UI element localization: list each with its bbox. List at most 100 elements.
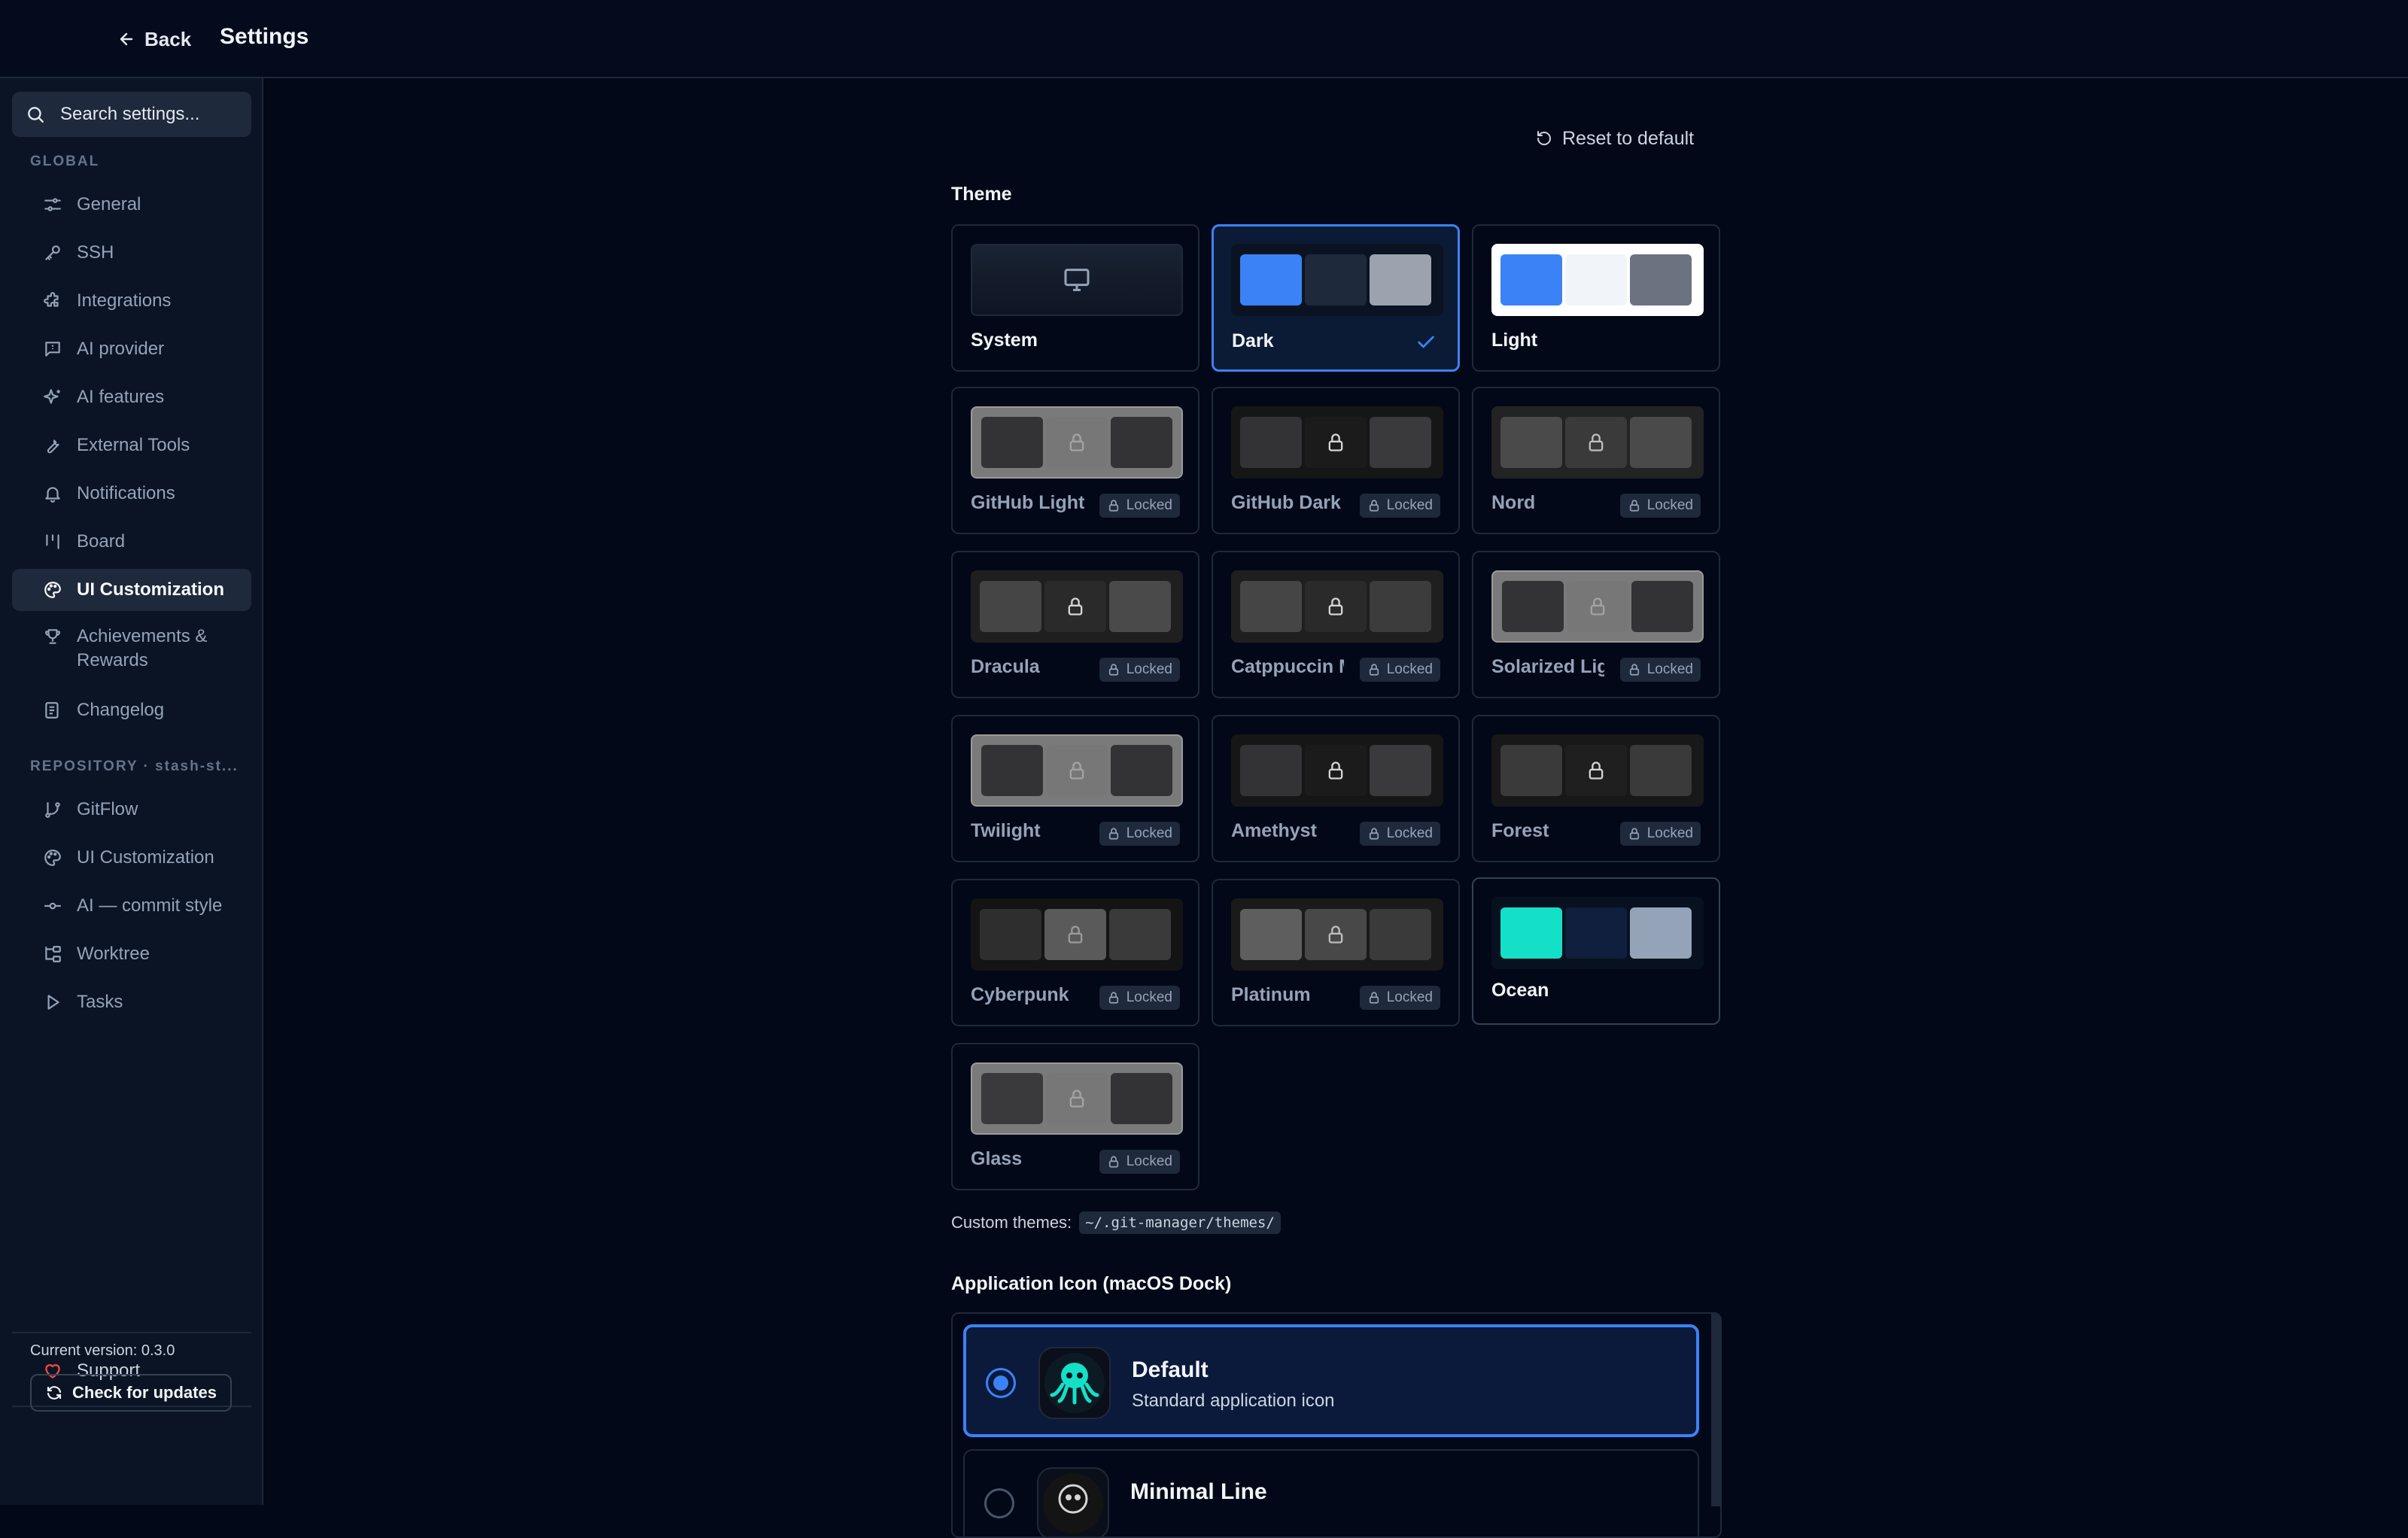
lock-icon	[1066, 432, 1087, 453]
theme-card-glass[interactable]: Glass Locked	[951, 1043, 1199, 1190]
swatch	[1370, 581, 1431, 632]
theme-name: Forest	[1491, 820, 1549, 841]
theme-card-amethyst[interactable]: Amethyst Locked	[1212, 715, 1460, 862]
theme-preview	[971, 570, 1183, 643]
sidebar-item-repo-ui-customization[interactable]: UI Customization	[12, 837, 251, 879]
theme-card-solarized-light[interactable]: Solarized Lig Locked	[1472, 551, 1720, 698]
swatch	[1044, 581, 1106, 632]
locked-badge: Locked	[1619, 822, 1701, 846]
lock-icon	[1325, 596, 1346, 617]
swatch	[1567, 581, 1628, 632]
list-icon	[42, 700, 63, 721]
app-icon-option-default[interactable]: Default Standard application icon	[963, 1324, 1699, 1437]
theme-preview	[971, 1062, 1183, 1135]
swatch	[1111, 745, 1172, 796]
swatch	[1565, 417, 1627, 468]
sidebar-item-changelog[interactable]: Changelog	[12, 689, 251, 731]
sidebar-item-external-tools[interactable]: External Tools	[12, 424, 251, 467]
swatch	[1305, 745, 1367, 796]
locked-badge: Locked	[1099, 822, 1180, 846]
theme-card-cyberpunk[interactable]: Cyberpunk Locked	[951, 879, 1199, 1026]
theme-name: Dracula	[971, 656, 1040, 677]
app-icon-option-minimal-line[interactable]: Minimal Line	[963, 1449, 1699, 1536]
sidebar-item-tasks[interactable]: Tasks	[12, 981, 251, 1023]
swatch	[1240, 417, 1302, 468]
theme-card-system[interactable]: System	[951, 224, 1199, 372]
radio-button[interactable]	[986, 1368, 1016, 1398]
back-button[interactable]: Back	[117, 23, 191, 56]
custom-themes-note: Custom themes: ~/.git-manager/themes/	[951, 1211, 1281, 1234]
swatch	[1046, 417, 1108, 468]
radio-button[interactable]	[984, 1488, 1014, 1518]
sidebar-item-gitflow[interactable]: GitFlow	[12, 789, 251, 831]
locked-badge: Locked	[1359, 494, 1440, 518]
theme-preview	[1231, 406, 1443, 479]
theme-card-dark[interactable]: Dark	[1212, 224, 1460, 372]
puzzle-icon	[42, 290, 63, 312]
lock-icon	[1587, 596, 1608, 617]
theme-name: Solarized Lig	[1491, 656, 1604, 677]
sidebar-item-general[interactable]: General	[12, 184, 251, 226]
sidebar-item-notifications[interactable]: Notifications	[12, 473, 251, 515]
reset-to-default-button[interactable]: Reset to default	[1535, 125, 1694, 152]
theme-card-github-dark[interactable]: GitHub Dark Locked	[1212, 387, 1460, 534]
app-icon-description: Standard application icon	[1132, 1391, 1335, 1411]
theme-card-ocean[interactable]: Ocean	[1472, 877, 1720, 1025]
git-branch-icon	[42, 799, 63, 820]
sidebar: GLOBAL General SSH Integrations AI provi…	[0, 78, 263, 1505]
page-title: Settings	[220, 24, 309, 49]
theme-preview	[1491, 406, 1704, 479]
check-updates-button[interactable]: Check for updates	[30, 1374, 232, 1412]
monitor-icon	[1062, 265, 1092, 295]
theme-card-nord[interactable]: Nord Locked	[1472, 387, 1720, 534]
theme-card-forest[interactable]: Forest Locked	[1472, 715, 1720, 862]
locked-label: Locked	[1126, 497, 1172, 513]
theme-card-platinum[interactable]: Platinum Locked	[1212, 879, 1460, 1026]
search-box[interactable]	[12, 92, 251, 137]
search-icon	[26, 105, 45, 124]
theme-name: Platinum	[1231, 984, 1311, 1005]
swatch	[1500, 907, 1562, 959]
swatch	[1305, 254, 1367, 305]
sidebar-item-ai-features[interactable]: AI features	[12, 376, 251, 418]
theme-card-catppuccin[interactable]: Catppuccin M Locked	[1212, 551, 1460, 698]
theme-name: Glass	[971, 1148, 1023, 1169]
swatch	[1111, 1073, 1172, 1124]
theme-preview	[1231, 244, 1443, 316]
sidebar-item-ui-customization[interactable]: UI Customization	[12, 569, 251, 611]
swatch	[1240, 909, 1302, 960]
theme-card-github-light[interactable]: GitHub Light Locked	[951, 387, 1199, 534]
app-icon-list[interactable]: Default Standard application icon Minima…	[951, 1312, 1722, 1538]
theme-name: Cyberpunk	[971, 984, 1069, 1005]
custom-themes-label: Custom themes:	[951, 1213, 1072, 1232]
lock-icon	[1586, 432, 1607, 453]
swatch	[1500, 745, 1562, 796]
search-input[interactable]	[59, 103, 250, 126]
sidebar-item-board[interactable]: Board	[12, 521, 251, 563]
arrow-left-icon	[117, 30, 135, 48]
lock-icon	[1325, 924, 1346, 945]
theme-preview	[971, 734, 1183, 807]
swatch	[1500, 417, 1562, 468]
skull-icon	[1037, 1467, 1109, 1536]
locked-label: Locked	[1126, 1154, 1172, 1169]
sidebar-item-worktree[interactable]: Worktree	[12, 933, 251, 975]
theme-card-twilight[interactable]: Twilight Locked	[951, 715, 1199, 862]
sidebar-item-achievements[interactable]: Achievements & Rewards	[12, 617, 251, 676]
sidebar-item-ssh[interactable]: SSH	[12, 232, 251, 274]
sidebar-item-ai-provider[interactable]: AI provider	[12, 328, 251, 370]
app-icon-title: Minimal Line	[1130, 1479, 1267, 1504]
kanban-icon	[42, 531, 63, 552]
lock-icon	[1065, 596, 1086, 617]
octopus-icon	[1038, 1347, 1111, 1419]
scrollbar[interactable]	[1711, 1314, 1720, 1506]
theme-card-light[interactable]: Light	[1472, 224, 1720, 372]
sidebar-item-integrations[interactable]: Integrations	[12, 280, 251, 322]
sidebar-item-ai-commit-style[interactable]: AI — commit style	[12, 885, 251, 927]
locked-label: Locked	[1126, 825, 1172, 841]
theme-preview	[1491, 570, 1704, 643]
lock-icon	[1628, 499, 1641, 512]
theme-card-dracula[interactable]: Dracula Locked	[951, 551, 1199, 698]
theme-name: Nord	[1491, 492, 1536, 513]
locked-label: Locked	[1646, 661, 1693, 677]
